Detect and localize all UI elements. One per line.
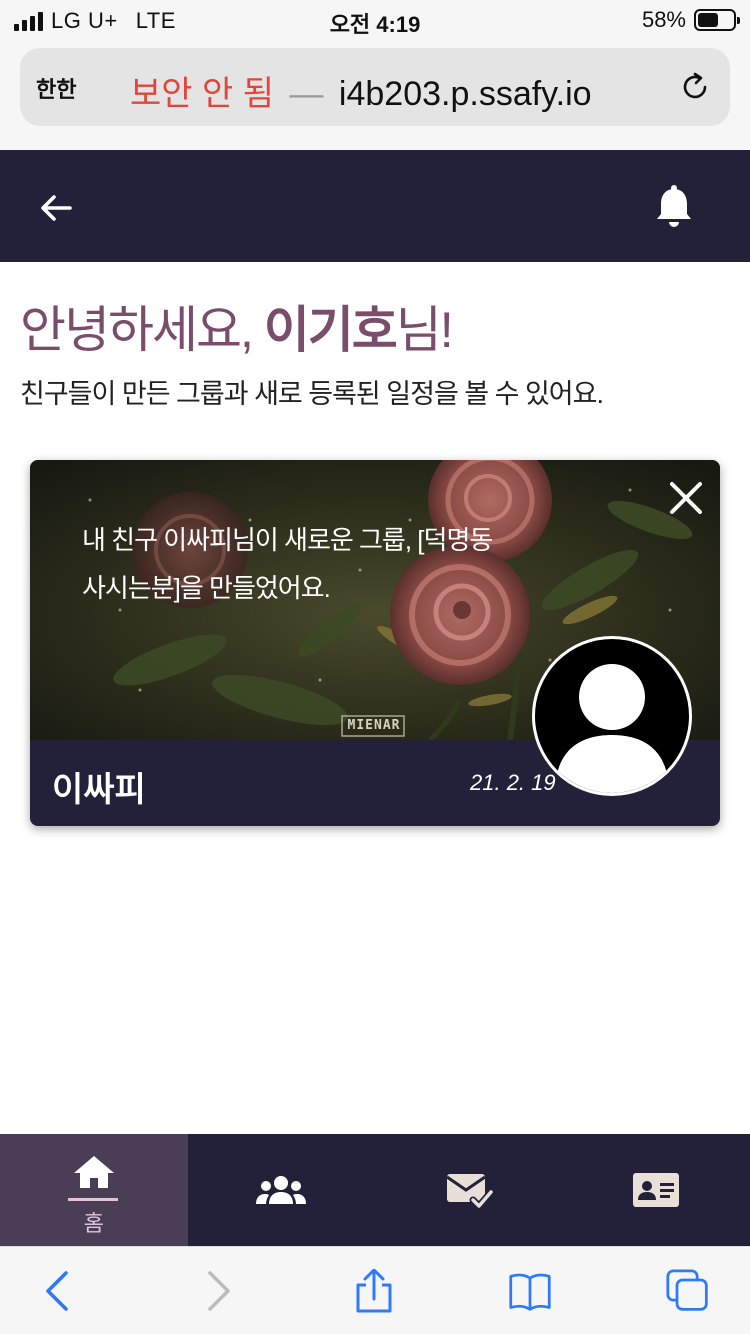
greeting-suffix: 님! — [395, 302, 454, 358]
id-card-icon — [633, 1173, 680, 1207]
app-header — [0, 150, 750, 262]
tab-home-label: 홈 — [83, 1211, 104, 1236]
address-bar[interactable]: 한한 보안 안 됨 — i4b203.p.ssafy.io — [20, 48, 730, 126]
greeting-subtitle: 친구들이 만든 그룹과 새로 등록된 일정을 볼 수 있어요. — [20, 379, 604, 409]
battery-info: 58% — [641, 7, 740, 33]
notification-card[interactable]: MIENAR 내 친구 이싸피님이 새로운 그룹, [덕명동 사시는분]을 만들… — [30, 460, 720, 826]
arrow-left-icon[interactable] — [36, 188, 76, 228]
url-host: i4b203.p.ssafy.io — [338, 75, 592, 113]
reload-icon[interactable] — [678, 70, 712, 104]
browser-back-icon[interactable] — [36, 1269, 80, 1313]
battery-icon — [694, 9, 740, 31]
status-time: 오전 4:19 — [329, 12, 421, 37]
share-icon[interactable] — [352, 1269, 396, 1313]
tabs-icon[interactable] — [666, 1269, 710, 1313]
greeting-prefix: 안녕하세요, — [20, 302, 264, 358]
bell-icon[interactable] — [654, 184, 694, 228]
battery-level-fill — [698, 13, 718, 27]
user-avatar-icon[interactable] — [532, 636, 692, 796]
tab-profile[interactable] — [563, 1134, 750, 1246]
battery-percent: 58% — [641, 7, 686, 32]
reader-text-size-button[interactable]: 한한 — [36, 72, 76, 104]
url-display[interactable]: 보안 안 됨 — i4b203.p.ssafy.io — [130, 66, 592, 115]
active-tab-indicator — [68, 1198, 118, 1201]
friend-name: 이싸피 — [52, 771, 146, 809]
image-watermark: MIENAR — [347, 718, 401, 733]
browser-address-area: 한한 보안 안 됨 — i4b203.p.ssafy.io — [0, 40, 750, 150]
browser-forward-icon[interactable] — [196, 1269, 240, 1313]
home-icon — [73, 1156, 114, 1188]
bottom-tab-bar: 홈 — [0, 1134, 750, 1246]
browser-toolbar — [0, 1246, 750, 1334]
card-message: 내 친구 이싸피님이 새로운 그룹, [덕명동 사시는분]을 만들었어요. — [82, 516, 582, 612]
url-separator: — — [289, 75, 324, 113]
bookmarks-icon[interactable] — [508, 1269, 552, 1313]
insecure-warning: 보안 안 됨 — [130, 75, 275, 113]
card-message-line-2: 사시는분]을 만들었어요. — [82, 573, 331, 603]
greeting-title: 안녕하세요, 이기호님! — [20, 290, 454, 362]
tab-home[interactable]: 홈 — [0, 1134, 188, 1246]
group-icon — [256, 1176, 307, 1204]
close-icon[interactable] — [666, 478, 706, 518]
person-silhouette-icon — [555, 664, 669, 793]
card-date: 21. 2. 19 — [470, 770, 556, 795]
mail-check-icon — [445, 1174, 493, 1210]
tab-messages[interactable] — [375, 1134, 563, 1246]
card-message-line-1: 내 친구 이싸피님이 새로운 그룹, [덕명동 — [82, 525, 493, 555]
status-bar: LG U+ LTE 오전 4:19 58% — [0, 0, 750, 40]
user-name: 이기호 — [263, 302, 398, 358]
tab-groups[interactable] — [188, 1134, 376, 1246]
